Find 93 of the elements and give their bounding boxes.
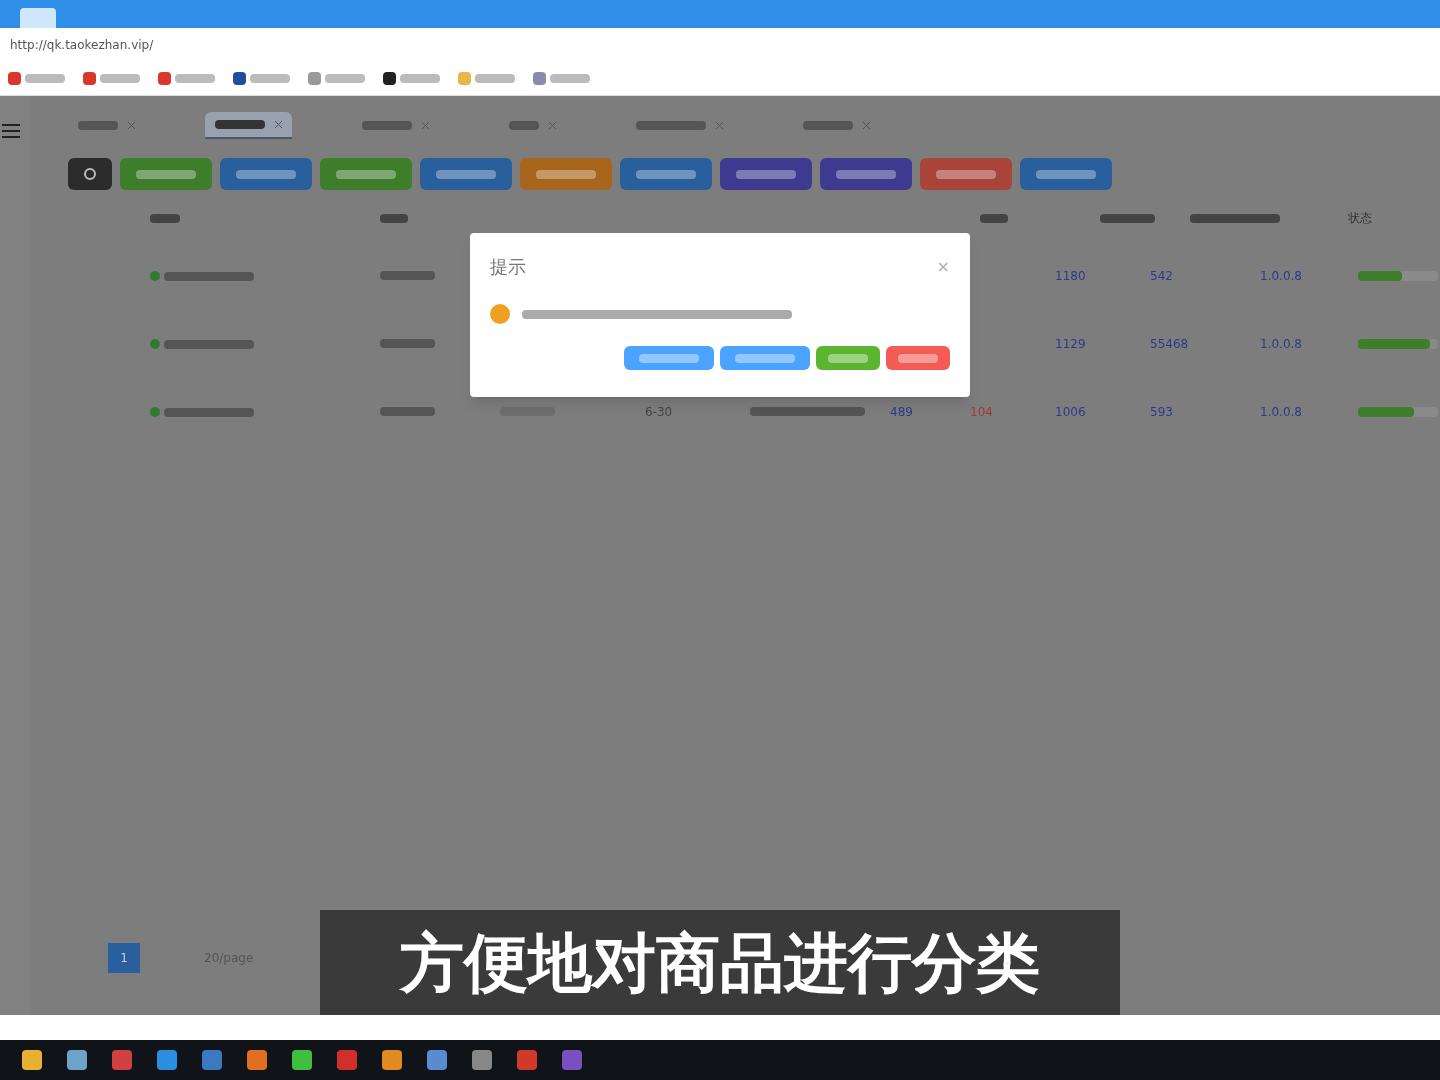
table-cell: 1.0.0.8 [1260, 405, 1302, 419]
blurred-label [735, 353, 795, 363]
toolbar-button[interactable] [320, 158, 412, 190]
blurred-label [475, 74, 515, 83]
dialog-button[interactable] [624, 346, 714, 370]
close-icon [422, 121, 429, 129]
toolbar-button[interactable] [720, 158, 812, 190]
blurred-label [436, 169, 496, 179]
blurred-label [639, 353, 699, 363]
table-cell: 6-30 [645, 405, 673, 419]
blurred-label [836, 169, 896, 179]
column-header: 状态 [1347, 210, 1372, 227]
toolbar-button[interactable] [120, 158, 212, 190]
app-icon[interactable] [472, 1050, 492, 1070]
blurred-label [898, 353, 938, 363]
blurred-label [828, 353, 868, 363]
blurred-label [1100, 214, 1155, 223]
app-icon[interactable] [112, 1050, 132, 1070]
blurred-label [100, 74, 140, 83]
address-field[interactable]: http://qk.taokezhan.vip/ [10, 36, 154, 54]
blurred-label [380, 407, 435, 416]
blurred-label [380, 339, 435, 348]
table-cell: 104 [970, 405, 993, 419]
refresh-button[interactable] [68, 158, 112, 190]
close-button[interactable]: × [936, 254, 950, 279]
toolbar-button[interactable] [420, 158, 512, 190]
blurred-label [636, 120, 706, 130]
app-icon[interactable] [562, 1050, 582, 1070]
blurred-label [236, 169, 296, 179]
toolbar-button[interactable] [1020, 158, 1112, 190]
nav-tab[interactable] [205, 111, 292, 139]
blurred-label [509, 120, 539, 130]
toolbar-button[interactable] [620, 158, 712, 190]
blurred-label [150, 214, 180, 223]
blurred-label [380, 214, 408, 223]
page-button[interactable]: 1 [108, 943, 140, 973]
blurred-label [980, 214, 1008, 223]
table-cell: 1.0.0.8 [1260, 337, 1302, 351]
dialog-title: 提示 [490, 255, 526, 279]
toolbar-button[interactable] [220, 158, 312, 190]
blurred-label [803, 120, 853, 130]
blurred-label [25, 74, 65, 83]
table-cell: 1006 [1055, 405, 1086, 419]
blurred-label [215, 119, 265, 129]
app-icon[interactable] [382, 1050, 402, 1070]
app-icon[interactable] [202, 1050, 222, 1070]
dialog-button[interactable] [816, 346, 880, 370]
blurred-label [936, 169, 996, 179]
blurred-label [250, 74, 290, 83]
blurred-label [636, 169, 696, 179]
app-icon[interactable] [427, 1050, 447, 1070]
close-icon [716, 121, 723, 129]
app-icon[interactable] [22, 1050, 42, 1070]
blurred-label [736, 169, 796, 179]
blurred-label [400, 74, 440, 83]
bookmark-icon[interactable] [233, 72, 246, 85]
blurred-label [325, 74, 365, 83]
app-icon[interactable] [292, 1050, 312, 1070]
dialog-button[interactable] [720, 346, 810, 370]
menu-icon[interactable] [2, 124, 20, 138]
app-icon[interactable] [517, 1050, 537, 1070]
blurred-label [175, 74, 215, 83]
table-cell: 1129 [1055, 337, 1086, 351]
table-cell: 593 [1150, 405, 1173, 419]
blurred-label [380, 271, 435, 280]
table-cell: 542 [1150, 269, 1173, 283]
table-cell: 1.0.0.8 [1260, 269, 1302, 283]
blurred-label [550, 74, 590, 83]
close-icon [275, 120, 282, 128]
app-icon[interactable] [247, 1050, 267, 1070]
close-icon [128, 121, 135, 129]
close-icon [863, 121, 870, 129]
dialog-button[interactable] [886, 346, 950, 370]
bookmark-icon[interactable] [383, 72, 396, 85]
refresh-icon [83, 167, 97, 181]
blurred-label [362, 120, 412, 130]
blurred-label [136, 169, 196, 179]
warning-icon [490, 304, 510, 324]
app-icon[interactable] [337, 1050, 357, 1070]
subtitle-caption: 方便地对商品进行分类 [320, 910, 1120, 1015]
blurred-label [1036, 169, 1096, 179]
toolbar-button[interactable] [820, 158, 912, 190]
table-cell: 1180 [1055, 269, 1086, 283]
app-icon[interactable] [67, 1050, 87, 1070]
close-icon [549, 121, 556, 129]
table-cell: 489 [890, 405, 913, 419]
table-cell: 55468 [1150, 337, 1189, 351]
app-icon[interactable] [157, 1050, 177, 1070]
toolbar-button[interactable] [520, 158, 612, 190]
blurred-label [536, 169, 596, 179]
blurred-label [336, 169, 396, 179]
toolbar-button[interactable] [920, 158, 1012, 190]
blurred-label [78, 120, 118, 130]
